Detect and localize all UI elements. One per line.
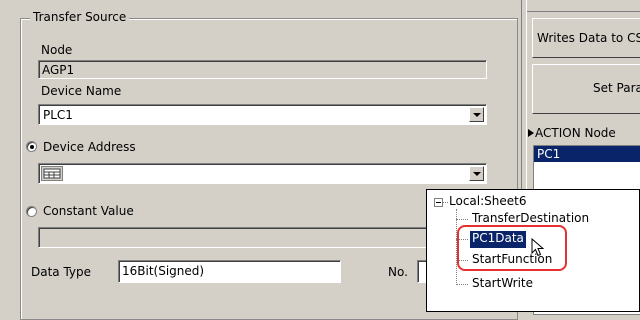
- writes-data-button[interactable]: Writes Data to CS: [532, 18, 640, 58]
- action-node-item-label: PC1: [537, 147, 561, 161]
- constant-value-radio[interactable]: [26, 206, 37, 217]
- device-name-dropdown[interactable]: PLC1: [38, 104, 487, 125]
- node-field: AGP1: [38, 60, 487, 79]
- tree-popup[interactable]: Local:Sheet6 TransferDestination PC1Data…: [426, 189, 640, 312]
- tree-connector: [456, 284, 468, 285]
- constant-value-field[interactable]: [38, 227, 487, 248]
- data-type-field[interactable]: 16Bit(Signed): [118, 260, 341, 283]
- data-type-label: Data Type: [31, 265, 92, 279]
- device-name-value: PLC1: [43, 108, 73, 122]
- action-node-arrow-icon: [528, 129, 534, 137]
- tree-collapse-icon[interactable]: [434, 198, 443, 207]
- action-node-item[interactable]: PC1: [534, 146, 640, 162]
- tree-connector: [456, 219, 468, 220]
- address-keypad-icon[interactable]: [41, 166, 63, 181]
- tree-connector: [443, 202, 448, 203]
- chevron-down-icon[interactable]: [469, 166, 484, 181]
- set-parameters-label: Set Para: [593, 81, 640, 95]
- chevron-down-icon[interactable]: [469, 107, 484, 122]
- device-address-radio[interactable]: [26, 141, 37, 152]
- device-address-dropdown[interactable]: [38, 163, 487, 184]
- tree-root-label[interactable]: Local:Sheet6: [449, 194, 526, 208]
- right-panel-separator: [527, 0, 640, 12]
- device-address-label: Device Address: [43, 140, 136, 154]
- highlight-annotation: [457, 225, 567, 271]
- device-name-label: Device Name: [41, 84, 122, 98]
- writes-data-label: Writes Data to CS: [537, 31, 640, 45]
- mouse-cursor-icon: [531, 238, 545, 257]
- action-node-label: ACTION Node: [535, 126, 616, 140]
- constant-value-label: Constant Value: [43, 204, 134, 218]
- transfer-source-title: Transfer Source: [30, 10, 130, 24]
- set-parameters-button[interactable]: Set Para: [532, 64, 640, 114]
- tree-item-start-write[interactable]: StartWrite: [472, 276, 533, 290]
- tree-item-transfer-destination[interactable]: TransferDestination: [472, 211, 589, 225]
- no-label: No.: [388, 265, 408, 279]
- node-label: Node: [41, 43, 73, 57]
